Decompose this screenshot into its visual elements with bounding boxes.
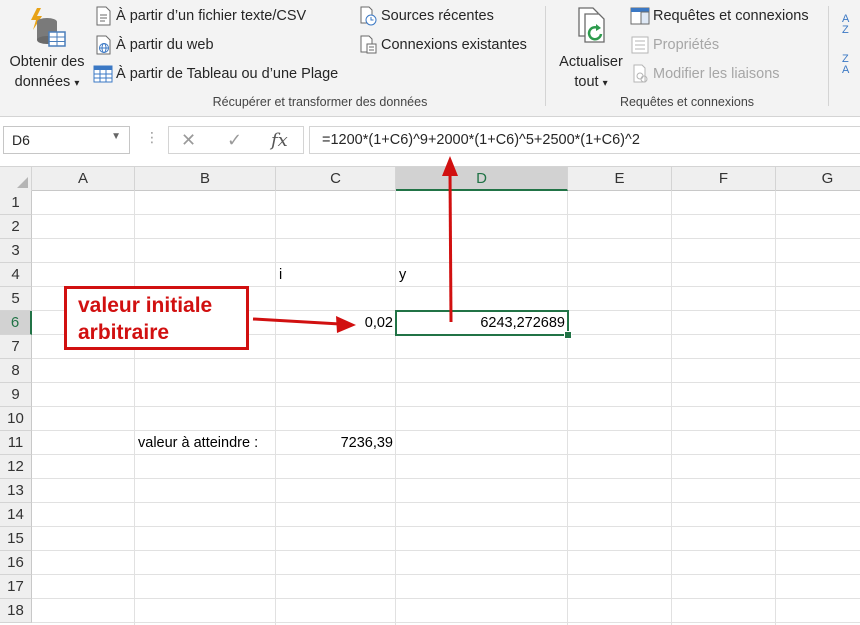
column-headers: A B C D E F G — [0, 167, 860, 191]
refresh-all-label-line2: tout — [574, 74, 599, 90]
select-all-button[interactable] — [0, 167, 32, 191]
get-data-label-line2: données — [14, 74, 71, 90]
recent-sources-label: Sources récentes — [381, 8, 494, 24]
row-header[interactable]: 15 — [0, 527, 32, 551]
row-header[interactable]: 4 — [0, 263, 32, 287]
from-text-csv-label: À partir d’un fichier texte/CSV — [116, 8, 307, 24]
properties-button[interactable]: Propriétés — [630, 35, 719, 55]
refresh-icon — [578, 7, 605, 43]
dropdown-caret-icon: ▾ — [74, 78, 80, 89]
from-table-range-label: À partir de Tableau ou d’une Plage — [116, 66, 339, 82]
from-table-range-button[interactable]: À partir de Tableau ou d’une Plage — [93, 64, 338, 84]
properties-label: Propriétés — [653, 37, 720, 53]
formula-input[interactable]: =1200*(1+C6)^9+2000*(1+C6)^5+2500*(1+C6)… — [309, 126, 860, 154]
enter-icon[interactable]: ✓ — [227, 130, 242, 151]
cell-c11[interactable]: 7236,39 — [276, 431, 396, 455]
cell-d4[interactable]: y — [396, 263, 568, 287]
row-header[interactable]: 5 — [0, 287, 32, 311]
column-header-g[interactable]: G — [776, 167, 860, 191]
recent-sources-button[interactable]: Sources récentes — [358, 6, 494, 26]
sort-a-to-z-icon-bottom: Z — [842, 24, 849, 36]
annotation-text-line1: valeur initiale — [78, 294, 213, 317]
row-header[interactable]: 7 — [0, 335, 32, 359]
row-header[interactable]: 12 — [0, 455, 32, 479]
get-data-label-line1: Obtenir des — [9, 54, 85, 70]
row-header[interactable]: 11 — [0, 431, 32, 455]
queries-connections-button[interactable]: Requêtes et connexions — [630, 6, 809, 26]
row-header[interactable]: 2 — [0, 215, 32, 239]
column-header-a[interactable]: A — [32, 167, 135, 191]
existing-connections-icon — [358, 35, 378, 55]
existing-connections-button[interactable]: Connexions existantes — [358, 35, 527, 55]
cell-c4[interactable]: i — [276, 263, 396, 287]
dropdown-caret-icon: ▾ — [602, 78, 608, 89]
recent-sources-icon — [358, 6, 378, 26]
database-icon — [31, 8, 66, 47]
ribbon: Obtenir des données ▾ À partir d’un fich… — [0, 0, 860, 117]
row-header[interactable]: 8 — [0, 359, 32, 383]
edit-links-icon — [630, 64, 650, 84]
row-header[interactable]: 6 — [0, 311, 32, 335]
group-label-get-transform: Récupérer et transformer des données — [212, 95, 428, 109]
ribbon-separator — [828, 6, 829, 106]
row-header[interactable]: 14 — [0, 503, 32, 527]
get-data-button[interactable]: Obtenir des données ▾ — [4, 6, 90, 94]
from-web-button[interactable]: À partir du web — [93, 35, 214, 55]
chevron-down-icon[interactable]: ▼ — [111, 131, 121, 142]
row-header[interactable]: 18 — [0, 599, 32, 623]
annotation-text-line2: arbitraire — [78, 321, 170, 344]
cancel-icon[interactable]: ✕ — [181, 130, 196, 151]
group-label-queries: Requêtes et connexions — [619, 95, 755, 109]
table-icon — [93, 64, 113, 84]
ribbon-separator — [545, 6, 546, 106]
row-header[interactable]: 16 — [0, 551, 32, 575]
cell-b11[interactable]: valeur à atteindre : — [135, 431, 276, 455]
formula-bar: D6 ▼ ⋮ ✕ ✓ fx =1200*(1+C6)^9+2000*(1+C6)… — [0, 117, 860, 167]
formula-buttons: ✕ ✓ fx — [168, 126, 304, 154]
row-header[interactable]: 9 — [0, 383, 32, 407]
spreadsheet-grid: A B C D E F G 1 2 3 4 5 6 7 8 9 10 11 12… — [0, 167, 860, 625]
annotation-callout: valeur initiale arbitraire — [64, 286, 249, 350]
selected-cell-border — [395, 310, 572, 339]
column-header-b[interactable]: B — [135, 167, 276, 191]
edit-links-button[interactable]: Modifier les liaisons — [630, 64, 780, 84]
sort-z-to-a-button[interactable]: Z A — [842, 54, 860, 80]
sort-z-to-a-icon-bottom: A — [842, 64, 850, 76]
refresh-all-button[interactable]: Actualiser tout ▾ — [552, 6, 630, 94]
refresh-all-label-line1: Actualiser — [559, 54, 623, 70]
insert-function-icon[interactable]: fx — [271, 130, 288, 151]
column-header-e[interactable]: E — [568, 167, 672, 191]
text-file-icon — [93, 6, 113, 26]
column-header-f[interactable]: F — [672, 167, 776, 191]
column-header-d[interactable]: D — [396, 167, 568, 191]
cell-c6[interactable]: 0,02 — [276, 311, 396, 335]
row-header[interactable]: 13 — [0, 479, 32, 503]
web-page-icon — [93, 35, 113, 55]
edit-links-label: Modifier les liaisons — [653, 66, 780, 82]
row-header[interactable]: 1 — [0, 191, 32, 215]
column-header-c[interactable]: C — [276, 167, 396, 191]
row-header[interactable]: 17 — [0, 575, 32, 599]
properties-icon — [630, 35, 650, 55]
resize-handle-icon[interactable]: ⋮ — [145, 129, 159, 146]
from-text-csv-button[interactable]: À partir d’un fichier texte/CSV — [93, 6, 306, 26]
queries-pane-icon — [630, 6, 650, 26]
row-header[interactable]: 10 — [0, 407, 32, 431]
name-box[interactable]: D6 ▼ — [3, 126, 130, 154]
sort-a-to-z-button[interactable]: A Z — [842, 14, 860, 40]
name-box-value: D6 — [12, 132, 30, 148]
from-web-label: À partir du web — [116, 37, 214, 53]
queries-connections-label: Requêtes et connexions — [653, 8, 809, 24]
row-header[interactable]: 3 — [0, 239, 32, 263]
existing-connections-label: Connexions existantes — [381, 37, 527, 53]
